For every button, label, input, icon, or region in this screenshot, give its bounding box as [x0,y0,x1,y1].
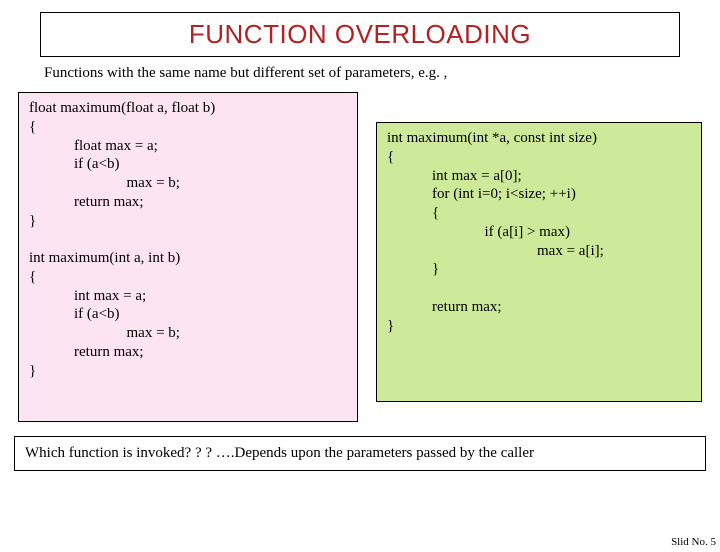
footer-question: Which function is invoked? ? ? ….Depends… [14,436,706,471]
code-columns: float maximum(float a, float b) { float … [18,92,702,422]
code-box-right: int maximum(int *a, const int size) { in… [376,122,702,402]
slide-number: Slid No. 5 [671,536,716,548]
title-box: FUNCTION OVERLOADING [40,12,680,57]
intro-text: Functions with the same name but differe… [44,65,676,82]
slide-title: FUNCTION OVERLOADING [41,19,679,50]
code-box-left: float maximum(float a, float b) { float … [18,92,358,422]
